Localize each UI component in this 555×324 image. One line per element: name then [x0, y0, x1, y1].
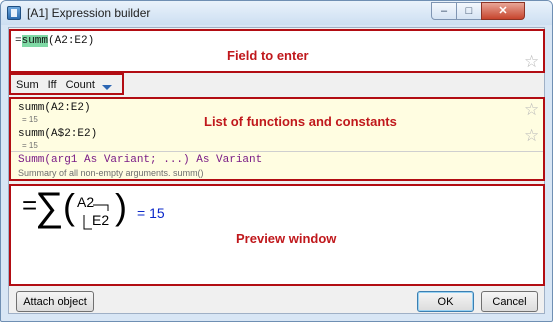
app-icon [7, 6, 21, 20]
cancel-button[interactable]: Cancel [481, 291, 538, 312]
title-bar[interactable]: [A1] Expression builder – □ ✕ [1, 1, 552, 25]
maximize-button[interactable]: □ [456, 2, 482, 20]
annotation-box-list [9, 97, 545, 181]
annotation-box-tabs [9, 73, 124, 95]
annotation-label-list: List of functions and constants [204, 114, 397, 129]
ok-button[interactable]: OK [417, 291, 474, 312]
window-title: [A1] Expression builder [27, 6, 151, 20]
annotation-label-field: Field to enter [227, 48, 309, 63]
annotation-label-preview: Preview window [236, 231, 337, 246]
attach-object-button[interactable]: Attach object [16, 291, 94, 312]
close-button[interactable]: ✕ [481, 2, 525, 20]
minimize-button[interactable]: – [431, 2, 457, 20]
